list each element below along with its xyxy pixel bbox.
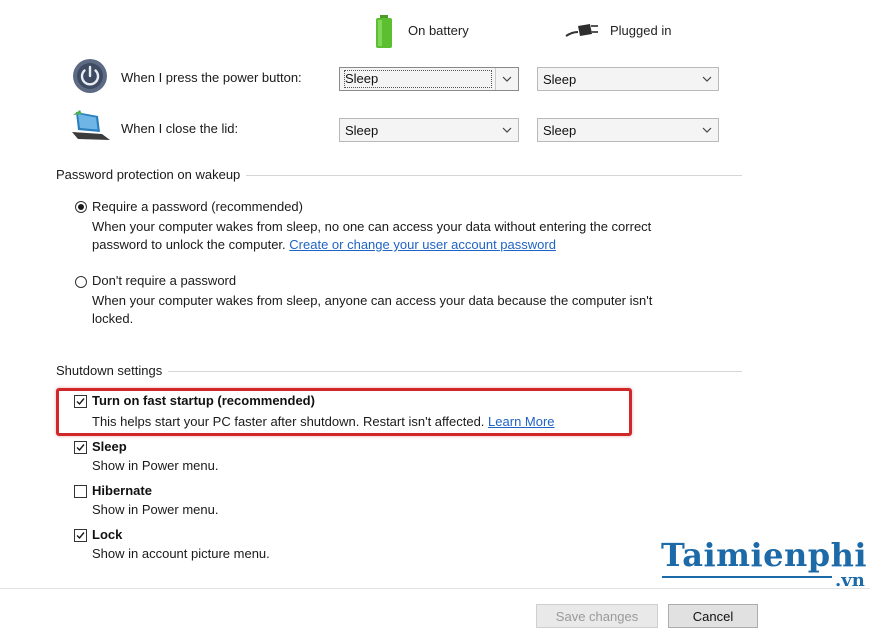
lid-battery-value: Sleep [345, 122, 379, 138]
password-section-title: Password protection on wakeup [56, 167, 247, 182]
on-battery-label: On battery [408, 22, 469, 38]
power-button-icon [72, 58, 108, 94]
laptop-lid-icon [70, 108, 112, 144]
lid-plugged-dropdown[interactable]: Sleep [537, 118, 719, 142]
shutdown-section-title: Shutdown settings [56, 363, 169, 378]
plugged-in-header: Plugged in [564, 18, 671, 42]
dont-require-password-label[interactable]: Don't require a password [92, 273, 236, 288]
change-password-link[interactable]: Create or change your user account passw… [289, 237, 556, 252]
power-button-plugged-value: Sleep [543, 71, 577, 87]
lock-checkbox[interactable] [74, 529, 87, 542]
hibernate-label[interactable]: Hibernate [92, 483, 152, 498]
chevron-down-icon [496, 119, 518, 141]
hibernate-desc: Show in Power menu. [92, 502, 219, 517]
hibernate-checkbox[interactable] [74, 485, 87, 498]
sleep-desc: Show in Power menu. [92, 458, 219, 473]
sleep-checkbox[interactable] [74, 441, 87, 454]
dont-require-password-desc-line2: locked. [92, 311, 134, 326]
power-button-battery-dropdown[interactable]: Sleep [339, 67, 519, 91]
power-button-label: When I press the power button: [121, 70, 302, 85]
save-changes-button[interactable]: Save changes [536, 604, 658, 628]
require-password-label[interactable]: Require a password (recommended) [92, 199, 303, 214]
lock-desc: Show in account picture menu. [92, 546, 270, 561]
watermark-logo: Taimienphi [661, 536, 868, 574]
lock-label[interactable]: Lock [92, 527, 122, 542]
dont-require-password-radio[interactable] [75, 276, 87, 288]
require-password-desc-line2-row: password to unlock the computer. Create … [92, 236, 556, 254]
watermark-underline [662, 576, 832, 578]
require-password-radio[interactable] [75, 201, 87, 213]
chevron-down-icon [696, 68, 718, 90]
chevron-down-icon [696, 119, 718, 141]
require-password-desc-line2: password to unlock the computer. [92, 237, 286, 252]
power-button-battery-value: Sleep [344, 70, 492, 88]
cancel-button[interactable]: Cancel [668, 604, 758, 628]
lid-battery-dropdown[interactable]: Sleep [339, 118, 519, 142]
lid-plugged-value: Sleep [543, 122, 577, 138]
plug-icon [564, 20, 600, 40]
plugged-in-label: Plugged in [610, 22, 672, 38]
require-password-desc-line1: When your computer wakes from sleep, no … [92, 219, 652, 234]
sleep-label[interactable]: Sleep [92, 439, 127, 454]
footer-divider [0, 588, 870, 589]
on-battery-header: On battery [374, 15, 469, 48]
power-button-plugged-dropdown[interactable]: Sleep [537, 67, 719, 91]
dont-require-password-desc-line1: When your computer wakes from sleep, any… [92, 293, 653, 308]
battery-icon [374, 15, 394, 49]
fast-startup-highlight [56, 388, 632, 436]
chevron-down-icon [495, 68, 518, 90]
lid-label: When I close the lid: [121, 121, 239, 136]
